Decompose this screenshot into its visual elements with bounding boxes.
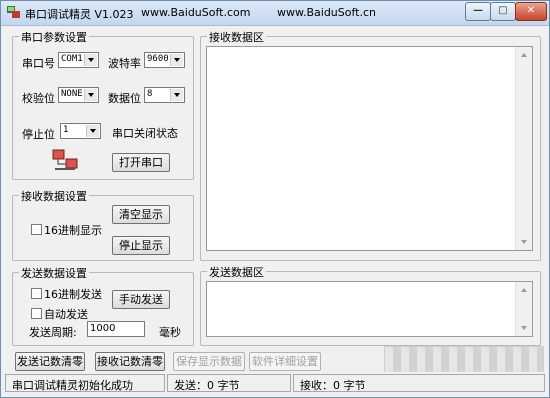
chevron-down-icon [84,54,97,66]
databits-select[interactable]: 8 [144,87,185,103]
minimize-button[interactable]: — [465,2,491,21]
status-message: 串口调试精灵初始化成功 [12,379,133,392]
scroll-up-icon[interactable] [516,282,532,298]
serial-port-app-icon [7,6,20,18]
parity-label: 校验位 [22,92,55,105]
status-bar: 串口调试精灵初始化成功 发送：0 字节 接收：0 字节 [1,372,549,397]
received-count: 接收：0 字节 [300,379,366,392]
manual-send-button[interactable]: 手动发送 [112,290,170,309]
window-title: 串口调试精灵 V1.023 [25,8,134,21]
received-count-cell: 接收：0 字节 [293,374,545,392]
software-settings-button[interactable]: 软件详细设置 [249,352,321,371]
period-unit-label: 毫秒 [159,326,181,339]
reset-receive-count-button[interactable]: 接收记数清零 [95,352,165,371]
hex-display-checkbox[interactable] [31,224,42,235]
send-settings-title: 发送数据设置 [19,265,89,281]
auto-send-checkbox[interactable] [31,308,42,319]
stopbits-select[interactable]: 1 [60,123,101,139]
send-textarea[interactable] [206,281,533,337]
maximize-icon: □ [498,5,508,16]
chevron-down-icon [84,89,97,101]
send-scrollbar[interactable] [515,282,532,336]
close-button[interactable]: ✕ [515,2,547,21]
clear-display-button[interactable]: 清空显示 [112,205,170,224]
serial-connection-icon [52,149,78,170]
website-link-com: www.BaiduSoft.com [141,6,251,19]
app-window: 串口调试精灵 V1.023 www.BaiduSoft.com www.Baid… [0,0,550,398]
send-area-title: 发送数据区 [207,264,266,280]
blurred-region [384,346,544,374]
website-link-cn: www.BaiduSoft.cn [277,6,376,19]
stop-display-button[interactable]: 停止显示 [112,236,170,255]
scroll-up-icon[interactable] [516,47,532,63]
send-period-label: 发送周期: [29,326,77,339]
close-icon: ✕ [526,5,536,16]
receive-area-title: 接收数据区 [207,29,266,45]
port-select[interactable]: COM1 [58,52,99,68]
maximize-button[interactable]: □ [490,2,516,21]
receive-scrollbar[interactable] [515,47,532,250]
chevron-down-icon [170,89,183,101]
port-label: 串口号 [22,57,55,70]
reset-send-count-button[interactable]: 发送记数清零 [15,352,85,371]
receive-textarea[interactable] [206,46,533,251]
databits-label: 数据位 [108,92,141,105]
save-display-data-button[interactable]: 保存显示数据 [173,352,245,371]
send-period-input[interactable]: 1000 [87,321,145,337]
chevron-down-icon [170,54,183,66]
receive-settings-title: 接收数据设置 [19,188,89,204]
baud-label: 波特率 [108,57,141,70]
hex-send-label: 16进制发送 [44,288,102,301]
auto-send-label: 自动发送 [44,308,88,321]
hex-send-checkbox[interactable] [31,288,42,299]
serial-params-title: 串口参数设置 [19,29,89,45]
status-message-cell: 串口调试精灵初始化成功 [5,374,165,392]
baud-select[interactable]: 9600 [144,52,185,68]
title-bar[interactable]: 串口调试精灵 V1.023 www.BaiduSoft.com www.Baid… [1,1,549,26]
sent-count-cell: 发送：0 字节 [167,374,291,392]
chevron-down-icon [86,125,99,137]
scroll-down-icon[interactable] [516,320,532,336]
sent-count: 发送：0 字节 [174,379,240,392]
open-port-button[interactable]: 打开串口 [112,153,170,172]
parity-select[interactable]: NONE [58,87,99,103]
hex-display-label: 16进制显示 [44,224,102,237]
stopbits-label: 停止位 [22,128,55,141]
port-status-text: 串口关闭状态 [112,127,178,140]
scroll-down-icon[interactable] [516,234,532,250]
minimize-icon: — [473,5,483,16]
